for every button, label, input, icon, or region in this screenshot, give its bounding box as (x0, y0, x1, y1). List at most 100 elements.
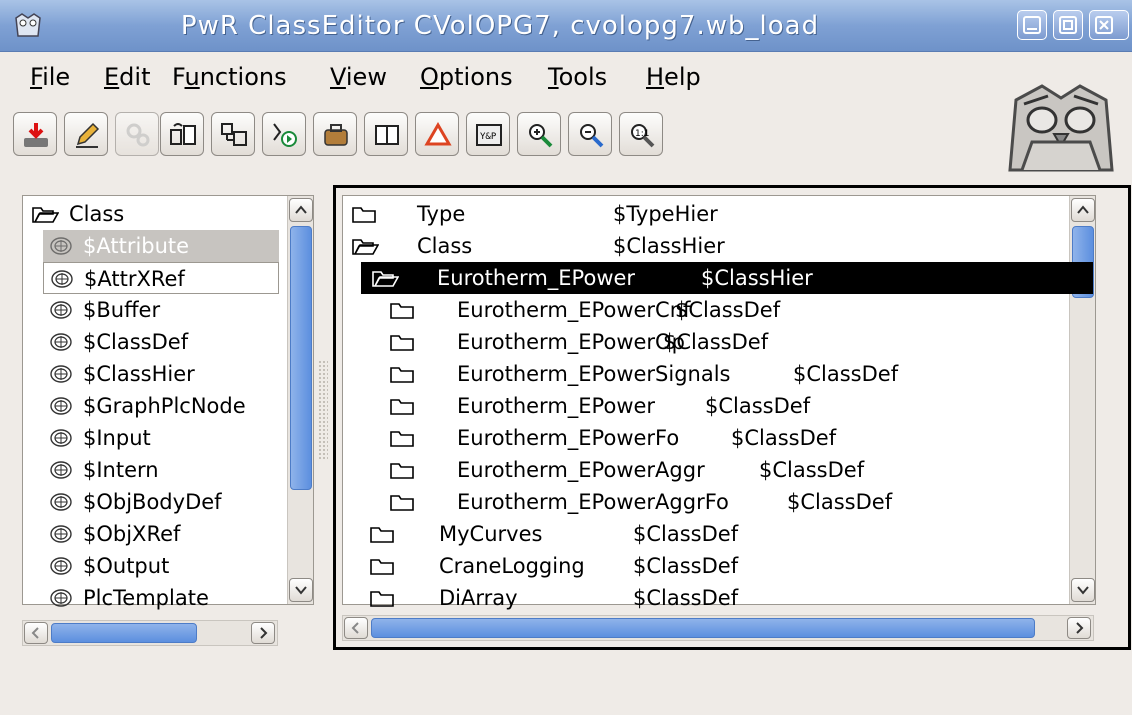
left-vertical-scrollbar[interactable] (287, 196, 313, 604)
paste-object-icon (221, 123, 247, 146)
left-tree-item[interactable]: $Output (43, 550, 279, 582)
object-tree-row[interactable]: DiArray $ClassDef (343, 582, 1043, 614)
chevron-down-icon (1077, 586, 1089, 595)
left-scroll-thumb[interactable] (290, 226, 312, 490)
zoom-out-button[interactable] (568, 112, 612, 156)
folder-closed-icon (390, 335, 414, 351)
object-tree-row[interactable]: CraneLogging $ClassDef (343, 550, 1043, 582)
object-name: Type (417, 202, 466, 226)
left-tree-item-label: PlcTemplate (83, 586, 209, 610)
menu-label-rest: elp (664, 63, 701, 91)
paste-object-button[interactable] (211, 112, 255, 156)
chevron-down-icon (295, 586, 307, 595)
scroll-up-button[interactable] (1071, 198, 1095, 222)
right-tree-pane[interactable]: Type $TypeHier Class $ClassHier Eurotherm_EP… (342, 195, 1096, 610)
svg-text:1:1: 1:1 (635, 129, 649, 139)
left-tree-item[interactable]: PlcTemplate (43, 582, 279, 614)
object-tree-row[interactable]: Eurotherm_EPower $ClassDef (343, 390, 1043, 422)
open-object-icon (324, 124, 348, 146)
left-horizontal-scrollbar[interactable] (22, 620, 278, 646)
left-tree-item[interactable]: $ClassDef (43, 326, 279, 358)
save-button[interactable] (13, 112, 57, 156)
object-tree-row[interactable]: Eurotherm_EPowerFo $ClassDef (343, 422, 1043, 454)
attribute-icon (50, 557, 72, 575)
left-tree-item-label: $Attribute (83, 234, 190, 258)
object-tree-row[interactable]: Eurotherm_EPowerCnf $ClassDef (343, 294, 1043, 326)
object-tree-row[interactable]: Eurotherm_EPowerAggrFo $ClassDef (343, 486, 1043, 518)
right-horizontal-scrollbar[interactable] (342, 615, 1094, 641)
object-tree-row[interactable]: Type $TypeHier (343, 198, 1043, 230)
build-gears-button[interactable] (115, 112, 159, 156)
menu-functions[interactable]: Functions (172, 63, 287, 91)
object-name: Eurotherm_EPowerOp (457, 330, 685, 354)
scroll-down-button[interactable] (1071, 578, 1095, 602)
menu-help[interactable]: Help (646, 63, 701, 91)
menu-options[interactable]: Options (420, 63, 513, 91)
object-class: $ClassDef (633, 554, 739, 578)
object-tree-row[interactable]: Class $ClassHier (343, 230, 1043, 262)
alarm-triangle-button[interactable] (415, 112, 459, 156)
left-tree-item[interactable]: $ObjXRef (43, 518, 279, 550)
scroll-left-button[interactable] (24, 622, 48, 644)
pane-splitter-handle[interactable] (318, 360, 328, 460)
menu-label-rest: ools (558, 63, 608, 91)
object-tree-row[interactable]: MyCurves $ClassDef (343, 518, 1043, 550)
attribute-icon (50, 333, 72, 351)
edit-pencil-button[interactable] (64, 112, 108, 156)
right-hscroll-thumb[interactable] (371, 618, 1035, 638)
left-tree-item[interactable]: $Buffer (43, 294, 279, 326)
crossref-button[interactable]: Y&P (466, 112, 510, 156)
left-tree-item-label: $AttrXRef (84, 267, 185, 291)
menu-view[interactable]: View (330, 63, 387, 91)
chevron-left-icon (351, 622, 359, 634)
title-bar[interactable]: PwR ClassEditor CVolOPG7, cvolopg7.wb_lo… (0, 0, 1132, 52)
left-tree-item[interactable]: $GraphPlcNode (43, 390, 279, 422)
left-tree-item[interactable]: $ClassHier (43, 358, 279, 390)
scroll-up-button[interactable] (289, 198, 313, 222)
open-object-button[interactable] (313, 112, 357, 156)
menu-label-rest: iew (345, 63, 387, 91)
left-tree-item[interactable]: $Attribute (43, 230, 279, 262)
scroll-right-button[interactable] (1067, 617, 1091, 639)
left-hscroll-thumb[interactable] (51, 623, 197, 643)
attribute-icon (50, 525, 72, 543)
menu-label-prefix: F (172, 63, 185, 91)
object-tree-row[interactable]: Eurotherm_EPowerOp $ClassDef (343, 326, 1043, 358)
toolbar: Y&P 1:1 (0, 100, 1000, 180)
scroll-right-button[interactable] (251, 622, 275, 644)
left-tree-item-label: $Input (83, 426, 151, 450)
maximize-button[interactable] (1053, 10, 1083, 40)
menu-edit[interactable]: Edit (104, 63, 150, 91)
chevron-up-icon (295, 205, 307, 214)
zoom-reset-button[interactable]: 1:1 (619, 112, 663, 156)
object-tree-row[interactable]: Eurotherm_EPowerAggr $ClassDef (343, 454, 1043, 486)
tree-root-class[interactable]: Class (31, 198, 281, 230)
menu-label-rest: ile (42, 63, 71, 91)
attribute-icon (50, 397, 72, 415)
right-vertical-scrollbar[interactable] (1069, 196, 1095, 604)
close-button[interactable] (1089, 10, 1129, 40)
minimize-button[interactable] (1017, 10, 1047, 40)
window-title: PwR ClassEditor CVolOPG7, cvolopg7.wb_lo… (180, 11, 820, 41)
left-tree-item[interactable]: $Input (43, 422, 279, 454)
left-tree-pane[interactable]: Class $Attribute $AttrXRef $Buffer $ClassDe… (22, 195, 314, 610)
menu-file[interactable]: File (30, 63, 70, 91)
copy-object-button[interactable] (160, 112, 204, 156)
open-plc-button[interactable] (262, 112, 306, 156)
attribute-icon (50, 493, 72, 511)
scroll-left-button[interactable] (344, 617, 368, 639)
folder-closed-icon (390, 303, 414, 319)
svg-text:Y&P: Y&P (480, 132, 497, 142)
split-view-button[interactable] (364, 112, 408, 156)
left-tree-item[interactable]: $AttrXRef (43, 262, 279, 294)
folder-closed-icon (352, 207, 376, 223)
scroll-down-button[interactable] (289, 578, 313, 602)
object-tree-row[interactable]: Eurotherm_EPowerSignals $ClassDef (343, 358, 1043, 390)
object-tree-row[interactable]: Eurotherm_EPower $ClassHier (361, 262, 1093, 294)
left-tree-item[interactable]: $ObjBodyDef (43, 486, 279, 518)
minimize-icon (1023, 16, 1041, 34)
left-tree-item-label: $ClassHier (83, 362, 195, 386)
left-tree-item[interactable]: $Intern (43, 454, 279, 486)
zoom-in-button[interactable] (517, 112, 561, 156)
menu-tools[interactable]: Tools (548, 63, 607, 91)
